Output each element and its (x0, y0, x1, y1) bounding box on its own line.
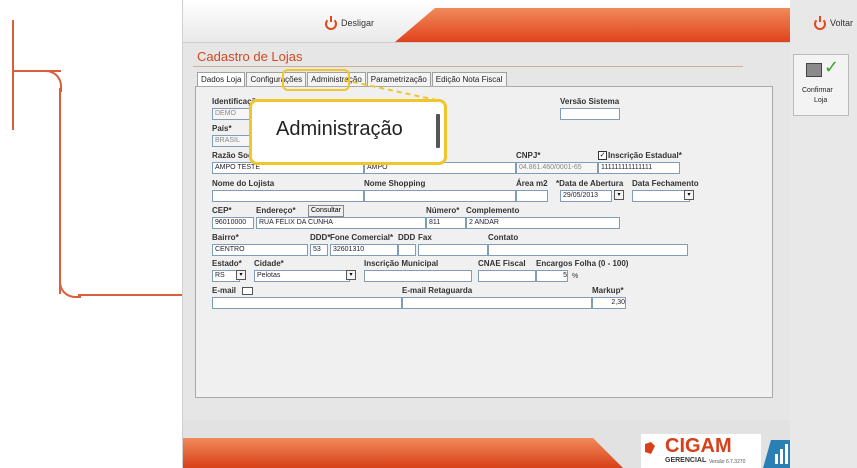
ddd2-field[interactable] (398, 244, 416, 256)
fax-label: Fax (418, 233, 432, 242)
ie-field[interactable]: 111111111111111 (598, 162, 680, 174)
email-label: E-mail (212, 286, 237, 295)
shopping-field[interactable] (364, 190, 516, 202)
cidade-field[interactable]: Pelotas (254, 270, 350, 282)
cigam-logo: CIGAM GERENCIAL Versão 6.7.3270 (631, 432, 801, 468)
markup-field[interactable]: 2,30 (592, 297, 626, 309)
cidade-label: Cidade* (254, 259, 284, 268)
envelope-icon[interactable] (242, 287, 253, 295)
confirmar-loja-button[interactable]: ✓ Confirmar Loja (793, 54, 849, 116)
page-title: Cadastro de Lojas (197, 49, 303, 64)
shopping-label: Nome Shopping (364, 179, 426, 188)
fechamento-field[interactable] (632, 190, 690, 202)
confirmar-label: Confirmar (802, 87, 833, 94)
email-retaguarda-field[interactable] (402, 297, 592, 309)
consultar-button[interactable]: Consultar (308, 205, 344, 217)
store-icon (806, 63, 822, 77)
desligar-label[interactable]: Desligar (341, 18, 374, 28)
callout-line-vertical-left (12, 20, 14, 130)
estado-dropdown-icon[interactable]: ▾ (236, 270, 246, 280)
lojista-label: Nome do Lojista (212, 179, 275, 188)
ddd-label: DDD* (310, 233, 331, 242)
logo-sub-text: GERENCIAL (665, 457, 707, 464)
email-retaguarda-label: E-mail Retaguarda (402, 286, 473, 295)
versao-field[interactable] (560, 108, 620, 120)
voltar-label[interactable]: Voltar (830, 18, 853, 28)
tab-edicao-nota-fiscal[interactable]: Edição Nota Fiscal (431, 72, 507, 86)
power-icon[interactable] (325, 16, 337, 30)
inscricao-municipal-label: Inscrição Municipal (364, 259, 439, 268)
zoom-callout: Administração (249, 99, 447, 165)
voltar-power-icon[interactable] (814, 16, 826, 30)
complemento-field[interactable]: 2 ANDAR (466, 217, 620, 229)
encargos-field[interactable]: 5 (536, 270, 568, 282)
numero-label: Número* (426, 206, 460, 215)
app-window: Desligar Cadastro de Lojas Dados Loja Co… (182, 0, 803, 468)
fechamento-dropdown-icon[interactable]: ▾ (684, 190, 694, 200)
fax-field[interactable] (418, 244, 488, 256)
estado-label: Estado* (212, 259, 242, 268)
tab-dados-loja[interactable]: Dados Loja (197, 72, 246, 86)
cnpj-label: CNPJ* (516, 151, 541, 160)
versao-label: Versão Sistema (560, 97, 620, 106)
ddd2-label: DDD (398, 233, 416, 242)
callout-line-vertical (59, 88, 61, 294)
fone-field[interactable]: 32601310 (330, 244, 398, 256)
top-orange-band (395, 8, 795, 42)
cnae-field[interactable] (478, 270, 536, 282)
encargos-label: Encargos Folha (0 - 100) (536, 259, 629, 268)
fone-label: Fone Comercial* (330, 233, 394, 242)
area-label: Área m2 (516, 179, 548, 188)
checkmark-icon: ✓ (824, 57, 840, 78)
ddd-field[interactable]: 53 (310, 244, 328, 256)
loja-label: Loja (814, 97, 828, 104)
endereco-label: Endereço* (256, 206, 296, 215)
bairro-field[interactable]: CENTRO (212, 244, 308, 256)
inscricao-municipal-field[interactable] (364, 270, 472, 282)
logo-brand-text: CIGAM (665, 435, 732, 457)
fechamento-label: Data Fechamento (632, 179, 699, 188)
lojista-field[interactable] (212, 190, 364, 202)
complemento-label: Complemento (466, 206, 520, 215)
ie-label: Inscrição Estadual* (608, 151, 682, 160)
top-bar: Desligar (183, 0, 803, 43)
email-field[interactable] (212, 297, 402, 309)
bairro-label: Bairro* (212, 233, 239, 242)
abertura-field[interactable]: 29/05/2013 (560, 190, 612, 202)
cep-field[interactable]: 96010000 (212, 217, 254, 229)
contato-field[interactable] (488, 244, 688, 256)
percent-label: % (572, 273, 579, 280)
title-divider (193, 66, 743, 67)
contato-label: Contato (488, 233, 519, 242)
ie-checkbox[interactable]: ✓ (598, 151, 607, 160)
numero-field[interactable]: 811 (426, 217, 466, 229)
cnpj-field[interactable]: 04.861.460/0001-65 (516, 162, 598, 174)
cidade-dropdown-icon[interactable]: ▾ (346, 270, 356, 280)
pais-label: País* (212, 124, 232, 133)
bottom-orange-band (183, 438, 623, 468)
area-field[interactable] (516, 190, 548, 202)
abertura-dropdown-icon[interactable]: ▾ (614, 190, 624, 200)
abertura-label: *Data de Abertura (556, 179, 624, 188)
cep-label: CEP* (212, 206, 232, 215)
zoom-callout-text: Administração (276, 118, 403, 140)
logo-version-text: Versão 6.7.3270 (709, 459, 746, 465)
markup-label: Markup* (592, 286, 624, 295)
cnae-label: CNAE Fiscal (478, 259, 526, 268)
endereco-field[interactable]: RUA FÉLIX DA CUNHA (256, 217, 426, 229)
zoom-callout-edge (436, 114, 440, 148)
